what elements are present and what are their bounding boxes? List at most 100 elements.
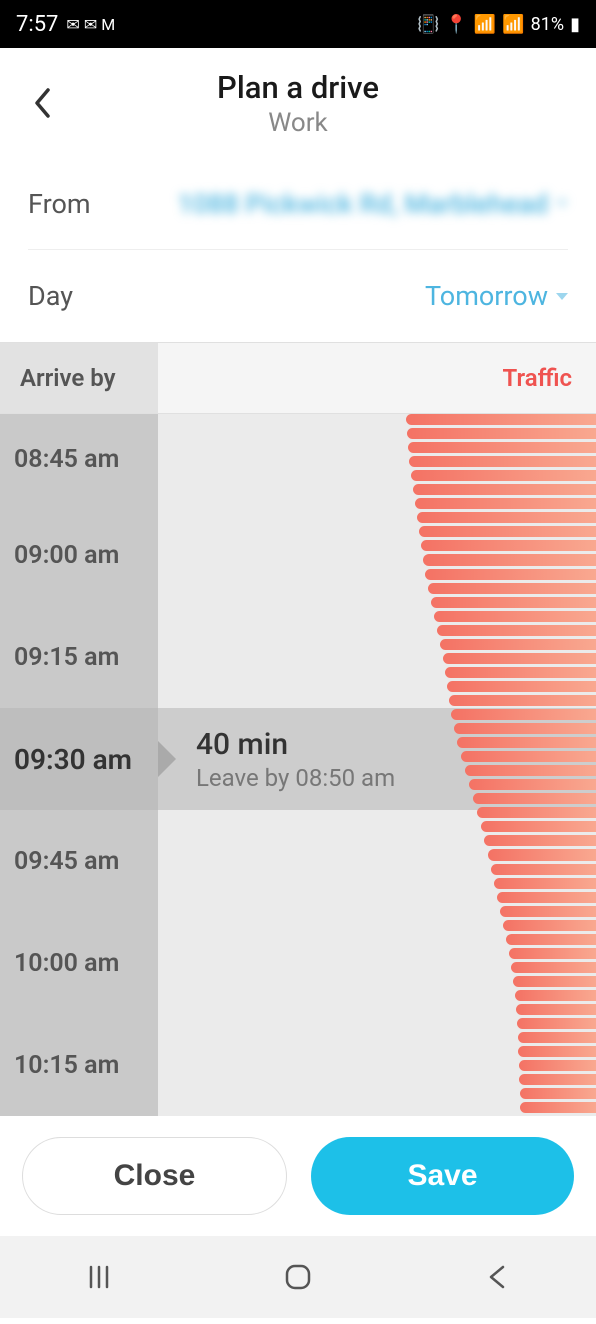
traffic-bar bbox=[511, 962, 596, 973]
traffic-bar bbox=[407, 428, 596, 439]
from-label: From bbox=[28, 188, 91, 220]
traffic-bar bbox=[425, 569, 596, 580]
time-list[interactable]: 08:45 am 09:00 am 09:15 am 09:30 am 40 m… bbox=[0, 414, 596, 1116]
traffic-bar bbox=[500, 906, 596, 917]
close-button[interactable]: Close bbox=[22, 1137, 287, 1215]
traffic-bar bbox=[465, 765, 596, 776]
traffic-bar bbox=[421, 540, 596, 551]
chevron-down-icon bbox=[556, 200, 568, 207]
time-label: 10:00 am bbox=[0, 949, 158, 978]
mail-icon: ✉ bbox=[84, 15, 97, 34]
traffic-bar bbox=[457, 737, 596, 748]
traffic-bar bbox=[445, 667, 596, 678]
traffic-bar bbox=[443, 653, 596, 664]
traffic-bar bbox=[519, 1074, 596, 1085]
traffic-bar bbox=[494, 878, 596, 889]
traffic-bar bbox=[440, 639, 596, 650]
time-label: 10:15 am bbox=[0, 1051, 158, 1080]
traffic-bar bbox=[520, 1102, 596, 1113]
notification-icons: ✉ ✉ M bbox=[66, 15, 115, 34]
time-label: 09:45 am bbox=[0, 847, 158, 876]
from-row: From 1088 Pickwick Rd, Marblehead bbox=[28, 158, 568, 250]
traffic-bar bbox=[454, 723, 596, 734]
vibrate-icon: 📳 bbox=[417, 14, 439, 35]
traffic-bar bbox=[488, 849, 596, 860]
traffic-bar bbox=[481, 821, 596, 832]
time-label: 09:30 am bbox=[0, 743, 158, 776]
back-button[interactable] bbox=[20, 81, 64, 125]
traffic-bar bbox=[484, 835, 596, 846]
day-dropdown[interactable]: Tomorrow bbox=[425, 280, 568, 312]
time-list-header: Arrive by Traffic bbox=[0, 342, 596, 414]
traffic-bar bbox=[451, 709, 596, 720]
traffic-bar bbox=[419, 526, 596, 537]
traffic-bar bbox=[509, 948, 596, 959]
traffic-bar bbox=[461, 751, 596, 762]
traffic-bar bbox=[449, 695, 596, 706]
message-icon: ✉ bbox=[66, 15, 79, 34]
gmail-icon: M bbox=[101, 15, 115, 34]
selected-pointer-icon bbox=[158, 741, 176, 777]
traffic-bar bbox=[477, 807, 596, 818]
traffic-bar bbox=[518, 1032, 596, 1043]
battery-percent: 81% bbox=[531, 14, 564, 35]
home-icon bbox=[283, 1262, 313, 1292]
day-label: Day bbox=[28, 280, 73, 312]
traffic-bar bbox=[408, 442, 596, 453]
traffic-bar bbox=[497, 892, 596, 903]
day-row: Day Tomorrow bbox=[28, 250, 568, 342]
header-titles: Plan a drive Work bbox=[217, 69, 379, 138]
traffic-bar bbox=[411, 470, 596, 481]
traffic-bar bbox=[413, 484, 596, 495]
traffic-bar bbox=[431, 597, 596, 608]
traffic-bar bbox=[503, 920, 596, 931]
traffic-bar bbox=[415, 498, 596, 509]
battery-icon: ▮ bbox=[570, 14, 580, 35]
traffic-bar bbox=[406, 414, 596, 425]
signal-icon: 📶 bbox=[502, 14, 524, 35]
traffic-bar bbox=[409, 456, 596, 467]
traffic-bar bbox=[516, 1004, 596, 1015]
traffic-bar bbox=[506, 934, 596, 945]
time-details: 40 min Leave by 08:50 am bbox=[158, 727, 395, 792]
home-button[interactable] bbox=[278, 1257, 318, 1297]
location-icon: 📍 bbox=[445, 14, 467, 35]
day-value: Tomorrow bbox=[425, 280, 548, 312]
traffic-bar bbox=[428, 583, 596, 594]
duration-text: 40 min bbox=[196, 727, 395, 762]
traffic-bar bbox=[515, 990, 596, 1001]
time-label: 09:00 am bbox=[0, 541, 158, 570]
time-label: 09:15 am bbox=[0, 643, 158, 672]
traffic-bar bbox=[518, 1046, 596, 1057]
traffic-bar bbox=[437, 625, 596, 636]
traffic-bar bbox=[491, 864, 596, 875]
back-icon bbox=[33, 88, 51, 118]
status-time: 7:57 bbox=[16, 12, 58, 37]
status-left: 7:57 ✉ ✉ M bbox=[16, 12, 115, 37]
traffic-chart bbox=[396, 414, 596, 1116]
back-nav-icon bbox=[485, 1263, 509, 1291]
recents-button[interactable] bbox=[79, 1257, 119, 1297]
traffic-bar bbox=[417, 512, 596, 523]
time-label: 08:45 am bbox=[0, 445, 158, 474]
arrive-by-header: Arrive by bbox=[0, 343, 158, 413]
from-dropdown[interactable]: 1088 Pickwick Rd, Marblehead bbox=[177, 188, 568, 220]
header: Plan a drive Work bbox=[0, 48, 596, 158]
page-subtitle: Work bbox=[217, 108, 379, 138]
from-value: 1088 Pickwick Rd, Marblehead bbox=[177, 188, 548, 220]
traffic-bar bbox=[434, 611, 596, 622]
form-section: From 1088 Pickwick Rd, Marblehead Day To… bbox=[0, 158, 596, 342]
chevron-down-icon bbox=[556, 293, 568, 300]
wifi-icon: 📶 bbox=[474, 14, 496, 35]
traffic-bar bbox=[520, 1088, 596, 1099]
traffic-bar bbox=[519, 1060, 596, 1071]
traffic-bar bbox=[469, 779, 596, 790]
android-nav-bar bbox=[0, 1236, 596, 1318]
action-bar: Close Save bbox=[0, 1116, 596, 1236]
status-right: 📳 📍 📶 📶 81% ▮ bbox=[417, 14, 580, 35]
save-button[interactable]: Save bbox=[311, 1137, 574, 1215]
leave-by-text: Leave by 08:50 am bbox=[196, 764, 395, 792]
traffic-bar bbox=[473, 793, 596, 804]
back-nav-button[interactable] bbox=[477, 1257, 517, 1297]
traffic-bar bbox=[513, 976, 596, 987]
